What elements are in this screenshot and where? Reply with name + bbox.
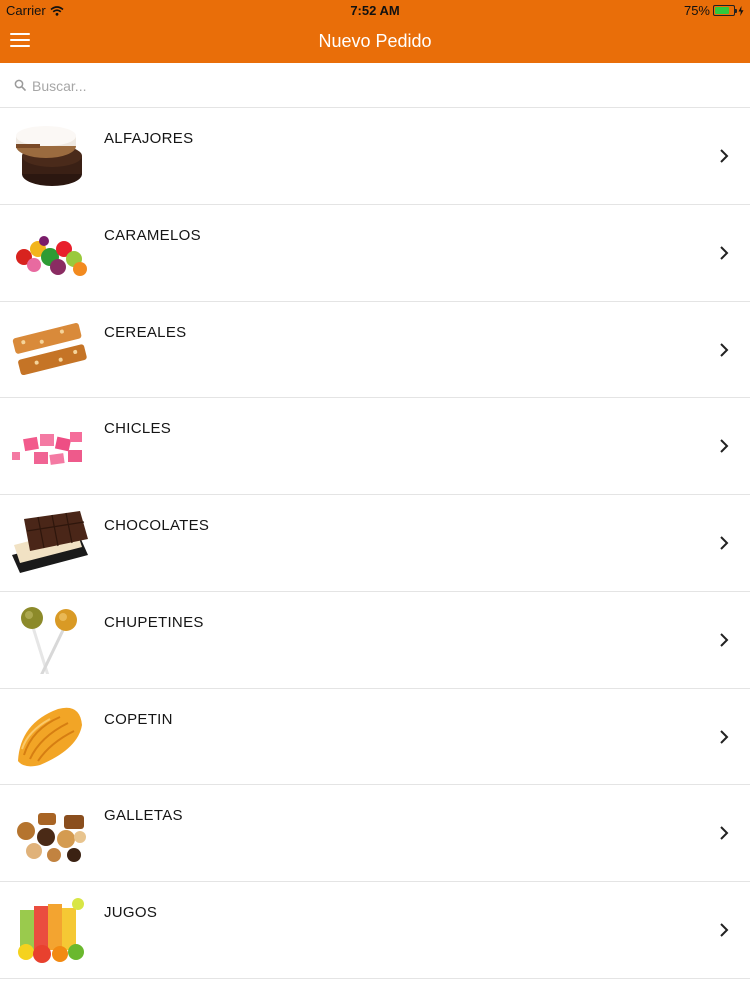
list-item-caramelos[interactable]: CARAMELOS: [0, 204, 750, 302]
battery-percent: 75%: [683, 3, 710, 18]
list-item-label: CARAMELOS: [104, 226, 201, 244]
list-item-label: COPETIN: [104, 710, 173, 728]
search-icon: [14, 79, 26, 91]
app-header: Carrier 7:52 AM 75% Nuevo Pedido: [0, 0, 750, 63]
list-item-label: GALLETAS: [104, 807, 183, 825]
list-item-label: CHOCOLATES: [104, 517, 210, 534]
chevron-right-icon: [720, 246, 729, 260]
chevron-right-icon: [720, 826, 729, 840]
status-battery-group: 75%: [684, 3, 744, 18]
cookies-image: [17, 813, 86, 863]
page-title: Nuevo Pedido: [318, 31, 432, 51]
charging-bolt-icon: [738, 5, 744, 16]
status-time: 7:52 AM: [350, 3, 400, 18]
list-item-jugos[interactable]: JUGOS: [0, 882, 750, 979]
list-item-copetin[interactable]: COPETIN: [0, 688, 750, 786]
alfajor-image: [16, 126, 82, 186]
list-item-cereales[interactable]: CEREALES: [0, 301, 750, 399]
list-item-galletas[interactable]: GALLETAS: [0, 785, 750, 882]
list-item-label: CHICLES: [104, 420, 172, 438]
list-item-label: CHUPETINES: [104, 613, 204, 631]
lollipop-image: [21, 606, 77, 674]
status-bar: Carrier 7:52 AM 75%: [0, 0, 750, 22]
juice-image: [18, 898, 84, 963]
list-item-chicles[interactable]: CHICLES: [0, 398, 750, 495]
chevron-right-icon: [720, 342, 729, 357]
chevron-right-icon: [720, 536, 729, 550]
search-bar: [0, 63, 750, 108]
chevron-right-icon: [720, 149, 729, 163]
chevron-right-icon: [720, 923, 729, 937]
chocolate-bar-image: [12, 511, 88, 573]
list-item-chupetines[interactable]: CHUPETINES: [0, 591, 750, 689]
chevron-right-icon: [720, 729, 729, 744]
candy-image: [16, 235, 87, 276]
list-item-label: JUGOS: [104, 904, 158, 921]
category-list: ALFAJORES CARAMELOS CEREALES CHICLES CHO…: [0, 108, 750, 979]
list-item-label: CEREALES: [104, 323, 187, 341]
chewing-gum-image: [12, 432, 82, 466]
battery-icon: [713, 5, 737, 16]
potato-chips-image: [18, 707, 82, 766]
list-item-label: ALFAJORES: [104, 130, 194, 147]
chevron-right-icon: [720, 633, 729, 647]
chevron-right-icon: [720, 439, 729, 453]
search-input[interactable]: [32, 75, 732, 97]
battery-fill: [715, 7, 729, 14]
list-item-chocolates[interactable]: CHOCOLATES: [0, 495, 750, 592]
list-item-alfajores[interactable]: ALFAJORES: [0, 108, 750, 205]
cereal-bar-image: [12, 322, 87, 375]
